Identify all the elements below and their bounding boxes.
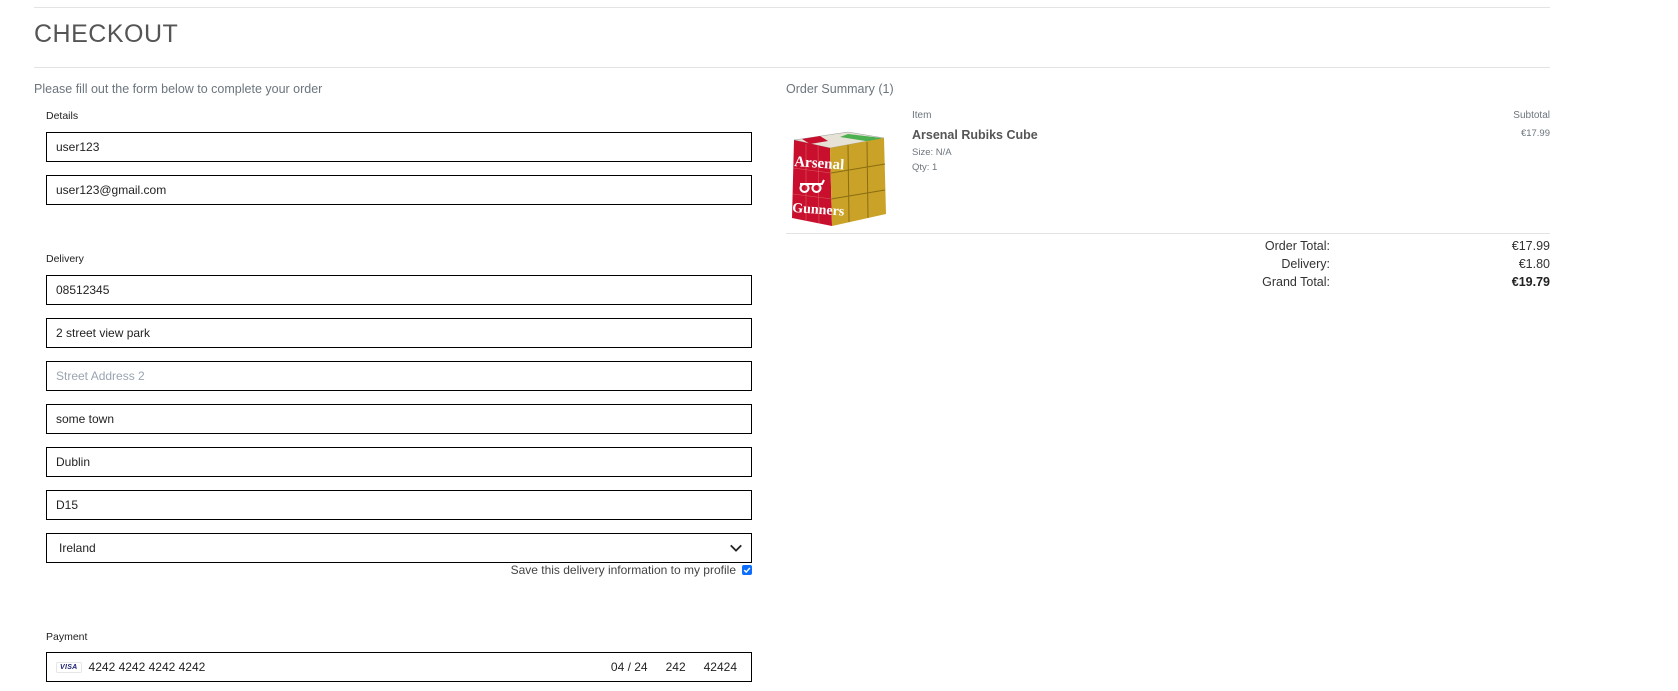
card-cvc-value[interactable]: 242 xyxy=(666,660,686,674)
page-title: CHECKOUT xyxy=(34,20,179,48)
check-icon xyxy=(743,567,751,574)
product-size: Size: N/A xyxy=(912,147,952,158)
product-name: Arsenal Rubiks Cube xyxy=(912,128,1038,142)
form-intro-text: Please fill out the form below to comple… xyxy=(34,82,323,96)
street-address-1-field[interactable]: 2 street view park xyxy=(46,318,752,348)
full-name-value: user123 xyxy=(56,140,100,154)
delivery-cost-label: Delivery: xyxy=(1281,257,1330,271)
country-selected-value: Ireland xyxy=(59,541,96,555)
phone-field[interactable]: 08512345 xyxy=(46,275,752,305)
order-total-value: €17.99 xyxy=(1511,239,1550,253)
save-info-row: Save this delivery information to my pro… xyxy=(511,563,752,577)
title-divider xyxy=(34,67,1550,68)
card-zip-value[interactable]: 42424 xyxy=(704,660,737,674)
email-value: user123@gmail.com xyxy=(56,183,167,197)
full-name-field[interactable]: user123 xyxy=(46,132,752,162)
email-field[interactable]: user123@gmail.com xyxy=(46,175,752,205)
postcode-field[interactable]: D15 xyxy=(46,490,752,520)
grand-total-value: €19.79 xyxy=(1511,275,1550,289)
summary-divider xyxy=(786,233,1550,234)
save-info-checkbox[interactable] xyxy=(742,565,752,575)
item-column-header: Item xyxy=(912,110,932,121)
card-number-value: 4242 4242 4242 4242 xyxy=(88,660,206,674)
grand-total-label: Grand Total: xyxy=(1262,275,1330,289)
street-address-2-field[interactable]: Street Address 2 xyxy=(46,361,752,391)
street-address-2-placeholder: Street Address 2 xyxy=(56,369,145,383)
product-subtotal: €17.99 xyxy=(1520,128,1550,139)
save-info-label: Save this delivery information to my pro… xyxy=(510,563,736,577)
order-total-label: Order Total: xyxy=(1264,239,1330,253)
details-legend: Details xyxy=(46,110,79,122)
payment-legend: Payment xyxy=(46,631,88,643)
product-qty: Qty: 1 xyxy=(912,162,938,173)
street-address-1-value: 2 street view park xyxy=(56,326,151,340)
town-value: some town xyxy=(56,412,115,426)
card-element[interactable]: VISA 4242 4242 4242 4242 04 / 24 242 424… xyxy=(46,652,752,682)
town-field[interactable]: some town xyxy=(46,404,752,434)
top-divider xyxy=(34,7,1550,8)
subtotal-column-header: Subtotal xyxy=(1513,110,1550,121)
card-expiry-value[interactable]: 04 / 24 xyxy=(611,660,648,674)
card-number-group: VISA 4242 4242 4242 4242 xyxy=(56,660,205,674)
order-summary-title: Order Summary (1) xyxy=(786,82,894,96)
postcode-value: D15 xyxy=(56,498,79,512)
county-field[interactable]: Dublin xyxy=(46,447,752,477)
product-image: Arsenal Gunners xyxy=(788,128,889,227)
phone-value: 08512345 xyxy=(56,283,110,297)
visa-card-icon: VISA xyxy=(56,661,82,673)
chevron-down-icon xyxy=(730,544,742,552)
delivery-cost-value: €1.80 xyxy=(1518,257,1550,271)
country-select[interactable]: Ireland xyxy=(46,533,752,563)
delivery-legend: Delivery xyxy=(46,253,84,265)
county-value: Dublin xyxy=(56,455,91,469)
card-extra-group: 04 / 24 242 42424 xyxy=(611,660,737,674)
